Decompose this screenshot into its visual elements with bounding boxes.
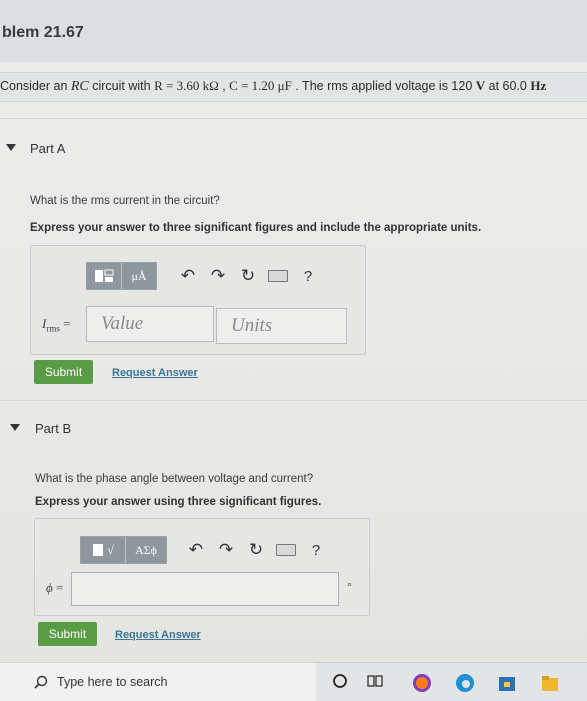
part-b-divider bbox=[0, 400, 587, 401]
reset-icon[interactable]: ↻ bbox=[233, 263, 263, 289]
task-view-icon[interactable] bbox=[367, 673, 383, 689]
value-input[interactable]: Value bbox=[86, 306, 214, 342]
phase-angle-input[interactable] bbox=[71, 572, 339, 606]
part-b-collapse-icon[interactable] bbox=[10, 424, 20, 431]
part-a-instruction: Express your answer to three significant… bbox=[30, 222, 482, 234]
degree-unit: ° bbox=[347, 580, 352, 594]
taskbar-search-placeholder: Type here to search bbox=[57, 675, 168, 689]
search-icon bbox=[34, 675, 48, 689]
part-b-request-answer-link[interactable]: Request Answer bbox=[115, 629, 201, 641]
help-icon[interactable]: ? bbox=[293, 263, 323, 289]
units-input[interactable]: Units bbox=[216, 308, 347, 344]
edge-icon[interactable] bbox=[455, 673, 475, 693]
help-icon[interactable]: ? bbox=[301, 537, 331, 563]
cortana-icon[interactable] bbox=[332, 673, 348, 689]
problem-title: blem 21.67 bbox=[2, 24, 84, 41]
problem-mid2: . The rms applied voltage is 120 bbox=[291, 79, 476, 93]
phi-label: ϕ = bbox=[46, 580, 64, 595]
part-b-question: What is the phase angle between voltage … bbox=[35, 473, 314, 485]
reset-icon[interactable]: ↻ bbox=[241, 537, 271, 563]
volt-unit: V bbox=[475, 78, 486, 93]
part-b-instruction: Express your answer using three signific… bbox=[35, 496, 322, 508]
rc-symbol: RC bbox=[70, 79, 89, 94]
capacitance-value: C = 1.20 μF bbox=[229, 78, 292, 93]
firefox-icon[interactable] bbox=[412, 673, 432, 693]
undo-icon[interactable]: ↶ bbox=[181, 537, 211, 563]
redo-icon[interactable]: ↷ bbox=[211, 537, 241, 563]
units-button[interactable]: μÅ bbox=[121, 263, 156, 289]
units-button-label: μÅ bbox=[131, 268, 147, 283]
keyboard-icon[interactable] bbox=[271, 537, 301, 563]
part-b-toolbar-group: √ ΑΣϕ bbox=[80, 536, 167, 564]
redo-icon[interactable]: ↷ bbox=[203, 263, 233, 289]
part-a-divider bbox=[0, 118, 587, 119]
windows-taskbar: Type here to search bbox=[0, 662, 587, 701]
page-header: blem 21.67 bbox=[0, 0, 587, 62]
part-a-request-answer-link[interactable]: Request Answer bbox=[112, 367, 198, 379]
sqrt-button-label: √ bbox=[107, 542, 114, 557]
part-a-submit-button[interactable]: Submit bbox=[34, 360, 93, 384]
part-b-title[interactable]: Part B bbox=[35, 421, 71, 436]
part-a-collapse-icon[interactable] bbox=[6, 144, 16, 151]
problem-sep: , bbox=[218, 79, 230, 93]
hz-unit: Hz bbox=[530, 78, 547, 93]
part-b-toolbar: √ ΑΣϕ ↶ ↷ ↻ ? bbox=[80, 536, 331, 564]
problem-mid3: at 60.0 bbox=[485, 79, 531, 93]
part-a-toolbar: μÅ ↶ ↷ ↻ ? bbox=[86, 262, 323, 290]
templates-icon bbox=[95, 269, 114, 282]
greek-button-label: ΑΣϕ bbox=[135, 542, 157, 557]
store-icon[interactable] bbox=[497, 673, 517, 693]
part-a-title[interactable]: Part A bbox=[30, 141, 65, 156]
file-explorer-icon[interactable] bbox=[540, 673, 560, 693]
greek-button[interactable]: ΑΣϕ bbox=[125, 537, 166, 563]
undo-icon[interactable]: ↶ bbox=[173, 263, 203, 289]
taskbar-search-box[interactable]: Type here to search bbox=[0, 663, 316, 701]
mastering-page: blem 21.67 Consider an RC circuit with R… bbox=[0, 0, 587, 662]
templates-button[interactable] bbox=[87, 263, 121, 289]
problem-mid1: circuit with bbox=[88, 79, 155, 93]
irms-label: Irms = bbox=[42, 316, 71, 334]
problem-statement: Consider an RC circuit with R = 3.60 kΩ … bbox=[0, 72, 587, 102]
resistance-value: R = 3.60 kΩ bbox=[154, 78, 219, 93]
problem-prefix: Consider an bbox=[0, 79, 71, 93]
template-square-icon bbox=[93, 544, 104, 556]
part-a-question: What is the rms current in the circuit? bbox=[30, 195, 220, 207]
part-b-submit-button[interactable]: Submit bbox=[38, 622, 97, 646]
sqrt-button[interactable]: √ bbox=[81, 537, 125, 563]
part-a-toolbar-group: μÅ bbox=[86, 262, 157, 290]
keyboard-icon[interactable] bbox=[263, 263, 293, 289]
